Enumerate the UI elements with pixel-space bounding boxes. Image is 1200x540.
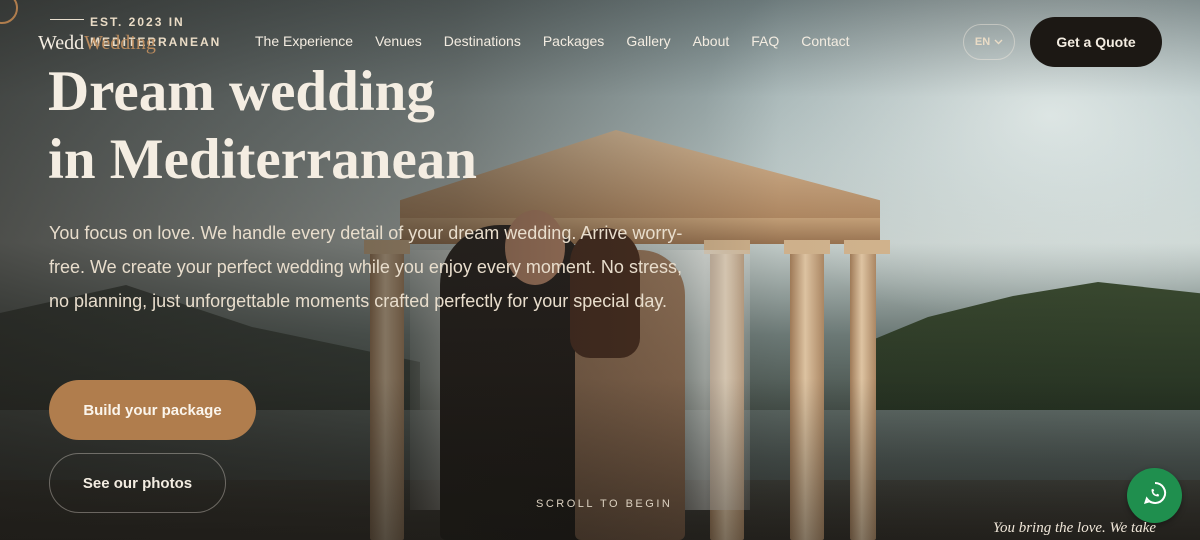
scroll-hint[interactable]: SCROLL TO BEGIN	[536, 498, 672, 510]
nav-item-gallery[interactable]: Gallery	[626, 32, 670, 50]
language-code: EN	[974, 36, 991, 48]
footer-tagline: You bring the love. We take	[993, 520, 1157, 536]
get-quote-button[interactable]: Get a Quote	[1030, 17, 1162, 67]
nav-item-faq[interactable]: FAQ	[751, 32, 779, 50]
whatsapp-chat-button[interactable]	[1127, 468, 1182, 523]
see-photos-button[interactable]: See our photos	[49, 453, 226, 513]
hero-headline: Dream wedding in Mediterranean	[48, 58, 477, 194]
nav-item-packages[interactable]: Packages	[543, 32, 604, 50]
whatsapp-icon	[1142, 480, 1168, 511]
nav-item-venues[interactable]: Venues	[375, 32, 422, 50]
main-nav: The Experience Venues Destinations Packa…	[255, 32, 872, 50]
nav-item-about[interactable]: About	[693, 32, 730, 50]
chevron-down-icon	[994, 36, 1003, 48]
headline-line-2: in Mediterranean	[48, 128, 478, 191]
nav-item-destinations[interactable]: Destinations	[444, 32, 521, 50]
nav-item-experience[interactable]: The Experience	[255, 32, 353, 50]
build-package-button[interactable]: Build your package	[49, 380, 256, 440]
hero-section: EST. 2023 IN MEDITERRANEAN WeddWedding T…	[0, 0, 1200, 540]
logo-wordmark: WeddWedding	[38, 32, 156, 54]
language-selector[interactable]: EN	[963, 24, 1015, 60]
hero-intro: You focus on love. We handle every detai…	[49, 223, 683, 311]
headline-line-1: Dream wedding	[48, 60, 435, 123]
nav-item-contact[interactable]: Contact	[801, 32, 849, 50]
